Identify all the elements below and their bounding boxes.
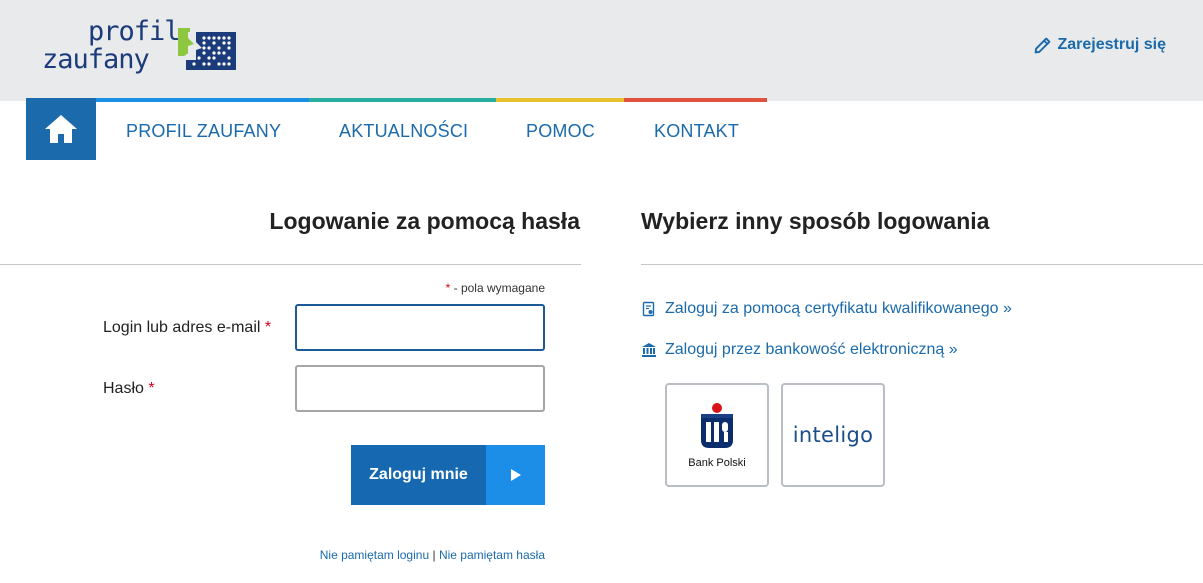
forgot-links: Nie pamiętam loginu | Nie pamiętam hasła [320,548,545,562]
bank-building-icon [642,343,656,357]
required-note: * - pola wymagane [445,281,545,295]
bank-login-link[interactable]: Zaloguj przez bankowość elektroniczną » [641,341,958,359]
logo-mark-icon [178,28,236,70]
register-label: Zarejestruj się [1057,36,1167,53]
certificate-login-link[interactable]: Zaloguj za pomocą certyfikatu kwalifikow… [641,300,1012,318]
forgot-password-link[interactable]: Nie pamiętam hasła [439,548,545,562]
login-title: Logowanie za pomocą hasła [269,208,580,234]
bank-tile-pko[interactable]: Bank Polski [665,383,769,487]
forgot-separator: | [432,548,436,562]
nav-pomoc[interactable]: POMOC [526,121,595,142]
profil-zaufany-logo[interactable]: profil zaufany [42,18,242,80]
home-icon [45,115,77,143]
password-input[interactable] [295,365,545,412]
alternatives-title: Wybierz inny sposób logowania [641,208,990,234]
login-input[interactable] [295,304,545,351]
login-button-label: Zaloguj mnie [369,466,468,483]
login-button[interactable]: Zaloguj mnie [351,445,545,505]
password-label: Hasło * [103,380,155,397]
bank-name-pko: Bank Polski [688,456,746,469]
nav-kontakt[interactable]: KONTAKT [654,121,739,142]
forgot-login-link[interactable]: Nie pamiętam loginu [320,548,429,562]
inteligo-logo: inteligo [792,423,874,447]
login-divider [0,264,581,265]
logo-line1: profil [88,16,181,47]
login-label: Login lub adres e-mail * [103,319,272,336]
nav-profil-zaufany[interactable]: PROFIL ZAUFANY [126,121,281,142]
logo-line2: zaufany [42,44,150,75]
pencil-icon [1034,37,1050,53]
bank-tile-inteligo[interactable]: inteligo [781,383,885,487]
nav-aktualnosci[interactable]: AKTUALNOŚCI [339,121,468,142]
register-link[interactable]: Zarejestruj się [1034,36,1167,54]
home-button[interactable] [26,98,96,160]
bank-link-label: Zaloguj przez bankowość elektroniczną » [665,341,958,358]
certificate-link-label: Zaloguj za pomocą certyfikatu kwalifikow… [665,300,1012,317]
pko-bp-logo-icon [701,402,733,448]
play-arrow-icon [486,445,545,505]
certificate-icon [642,301,655,317]
alternatives-divider [641,264,1203,265]
